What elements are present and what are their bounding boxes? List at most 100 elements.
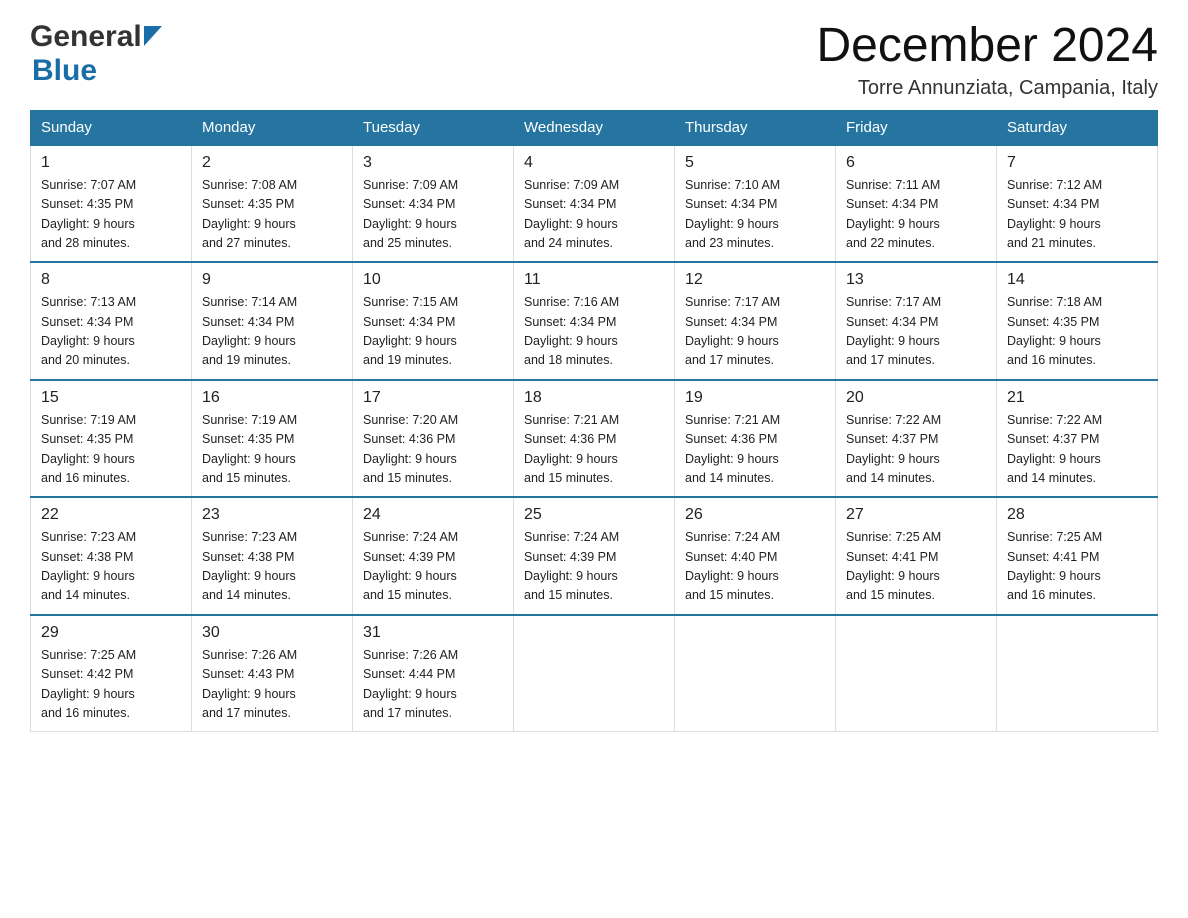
day-number: 15: [41, 389, 181, 407]
table-row: 4 Sunrise: 7:09 AMSunset: 4:34 PMDayligh…: [514, 145, 675, 263]
day-info: Sunrise: 7:22 AMSunset: 4:37 PMDaylight:…: [846, 413, 941, 485]
col-thursday: Thursday: [675, 110, 836, 145]
table-row: 8 Sunrise: 7:13 AMSunset: 4:34 PMDayligh…: [31, 262, 192, 380]
day-number: 22: [41, 506, 181, 524]
day-info: Sunrise: 7:11 AMSunset: 4:34 PMDaylight:…: [846, 178, 940, 250]
day-number: 24: [363, 506, 503, 524]
table-row: 26 Sunrise: 7:24 AMSunset: 4:40 PMDaylig…: [675, 497, 836, 615]
table-row: 15 Sunrise: 7:19 AMSunset: 4:35 PMDaylig…: [31, 380, 192, 498]
table-row: [836, 615, 997, 732]
table-row: 18 Sunrise: 7:21 AMSunset: 4:36 PMDaylig…: [514, 380, 675, 498]
calendar-table: Sunday Monday Tuesday Wednesday Thursday…: [30, 110, 1158, 733]
logo-general-text: General: [30, 20, 142, 54]
table-row: 27 Sunrise: 7:25 AMSunset: 4:41 PMDaylig…: [836, 497, 997, 615]
title-block: December 2024 Torre Annunziata, Campania…: [816, 20, 1158, 100]
day-info: Sunrise: 7:09 AMSunset: 4:34 PMDaylight:…: [524, 178, 619, 250]
day-number: 31: [363, 624, 503, 642]
month-title: December 2024: [816, 20, 1158, 73]
table-row: 30 Sunrise: 7:26 AMSunset: 4:43 PMDaylig…: [192, 615, 353, 732]
day-info: Sunrise: 7:21 AMSunset: 4:36 PMDaylight:…: [524, 413, 619, 485]
table-row: 13 Sunrise: 7:17 AMSunset: 4:34 PMDaylig…: [836, 262, 997, 380]
day-number: 28: [1007, 506, 1147, 524]
day-info: Sunrise: 7:19 AMSunset: 4:35 PMDaylight:…: [41, 413, 136, 485]
calendar-week-row: 8 Sunrise: 7:13 AMSunset: 4:34 PMDayligh…: [31, 262, 1158, 380]
day-info: Sunrise: 7:13 AMSunset: 4:34 PMDaylight:…: [41, 295, 136, 367]
day-info: Sunrise: 7:16 AMSunset: 4:34 PMDaylight:…: [524, 295, 619, 367]
table-row: 21 Sunrise: 7:22 AMSunset: 4:37 PMDaylig…: [997, 380, 1158, 498]
logo-arrow-icon: [144, 26, 162, 51]
table-row: 2 Sunrise: 7:08 AMSunset: 4:35 PMDayligh…: [192, 145, 353, 263]
day-info: Sunrise: 7:23 AMSunset: 4:38 PMDaylight:…: [41, 530, 136, 602]
day-info: Sunrise: 7:17 AMSunset: 4:34 PMDaylight:…: [685, 295, 780, 367]
table-row: 29 Sunrise: 7:25 AMSunset: 4:42 PMDaylig…: [31, 615, 192, 732]
location-subtitle: Torre Annunziata, Campania, Italy: [816, 77, 1158, 100]
day-number: 5: [685, 154, 825, 172]
table-row: [675, 615, 836, 732]
table-row: 7 Sunrise: 7:12 AMSunset: 4:34 PMDayligh…: [997, 145, 1158, 263]
day-info: Sunrise: 7:26 AMSunset: 4:44 PMDaylight:…: [363, 648, 458, 720]
day-number: 21: [1007, 389, 1147, 407]
day-number: 10: [363, 271, 503, 289]
table-row: 24 Sunrise: 7:24 AMSunset: 4:39 PMDaylig…: [353, 497, 514, 615]
table-row: 14 Sunrise: 7:18 AMSunset: 4:35 PMDaylig…: [997, 262, 1158, 380]
table-row: 31 Sunrise: 7:26 AMSunset: 4:44 PMDaylig…: [353, 615, 514, 732]
calendar-week-row: 1 Sunrise: 7:07 AMSunset: 4:35 PMDayligh…: [31, 145, 1158, 263]
day-info: Sunrise: 7:07 AMSunset: 4:35 PMDaylight:…: [41, 178, 136, 250]
day-number: 4: [524, 154, 664, 172]
day-info: Sunrise: 7:26 AMSunset: 4:43 PMDaylight:…: [202, 648, 297, 720]
day-number: 25: [524, 506, 664, 524]
table-row: 9 Sunrise: 7:14 AMSunset: 4:34 PMDayligh…: [192, 262, 353, 380]
day-number: 29: [41, 624, 181, 642]
day-number: 30: [202, 624, 342, 642]
day-number: 20: [846, 389, 986, 407]
day-info: Sunrise: 7:20 AMSunset: 4:36 PMDaylight:…: [363, 413, 458, 485]
day-number: 18: [524, 389, 664, 407]
day-number: 9: [202, 271, 342, 289]
day-info: Sunrise: 7:21 AMSunset: 4:36 PMDaylight:…: [685, 413, 780, 485]
logo: General Blue: [30, 20, 162, 88]
day-number: 6: [846, 154, 986, 172]
table-row: 6 Sunrise: 7:11 AMSunset: 4:34 PMDayligh…: [836, 145, 997, 263]
table-row: 1 Sunrise: 7:07 AMSunset: 4:35 PMDayligh…: [31, 145, 192, 263]
calendar-week-row: 15 Sunrise: 7:19 AMSunset: 4:35 PMDaylig…: [31, 380, 1158, 498]
day-info: Sunrise: 7:17 AMSunset: 4:34 PMDaylight:…: [846, 295, 941, 367]
day-info: Sunrise: 7:22 AMSunset: 4:37 PMDaylight:…: [1007, 413, 1102, 485]
day-number: 26: [685, 506, 825, 524]
day-info: Sunrise: 7:25 AMSunset: 4:42 PMDaylight:…: [41, 648, 136, 720]
table-row: 11 Sunrise: 7:16 AMSunset: 4:34 PMDaylig…: [514, 262, 675, 380]
day-number: 11: [524, 271, 664, 289]
table-row: [514, 615, 675, 732]
day-number: 2: [202, 154, 342, 172]
day-number: 13: [846, 271, 986, 289]
table-row: 23 Sunrise: 7:23 AMSunset: 4:38 PMDaylig…: [192, 497, 353, 615]
calendar-week-row: 22 Sunrise: 7:23 AMSunset: 4:38 PMDaylig…: [31, 497, 1158, 615]
day-info: Sunrise: 7:23 AMSunset: 4:38 PMDaylight:…: [202, 530, 297, 602]
logo-blue-text: Blue: [32, 54, 97, 87]
table-row: [997, 615, 1158, 732]
day-number: 23: [202, 506, 342, 524]
calendar-week-row: 29 Sunrise: 7:25 AMSunset: 4:42 PMDaylig…: [31, 615, 1158, 732]
day-info: Sunrise: 7:24 AMSunset: 4:39 PMDaylight:…: [524, 530, 619, 602]
day-info: Sunrise: 7:15 AMSunset: 4:34 PMDaylight:…: [363, 295, 458, 367]
col-tuesday: Tuesday: [353, 110, 514, 145]
day-info: Sunrise: 7:08 AMSunset: 4:35 PMDaylight:…: [202, 178, 297, 250]
table-row: 20 Sunrise: 7:22 AMSunset: 4:37 PMDaylig…: [836, 380, 997, 498]
day-info: Sunrise: 7:25 AMSunset: 4:41 PMDaylight:…: [1007, 530, 1102, 602]
col-monday: Monday: [192, 110, 353, 145]
day-info: Sunrise: 7:12 AMSunset: 4:34 PMDaylight:…: [1007, 178, 1102, 250]
page-header: General Blue December 2024 Torre Annunzi…: [30, 20, 1158, 100]
table-row: 16 Sunrise: 7:19 AMSunset: 4:35 PMDaylig…: [192, 380, 353, 498]
day-info: Sunrise: 7:18 AMSunset: 4:35 PMDaylight:…: [1007, 295, 1102, 367]
day-number: 8: [41, 271, 181, 289]
table-row: 19 Sunrise: 7:21 AMSunset: 4:36 PMDaylig…: [675, 380, 836, 498]
day-number: 12: [685, 271, 825, 289]
day-number: 14: [1007, 271, 1147, 289]
day-number: 3: [363, 154, 503, 172]
day-number: 17: [363, 389, 503, 407]
table-row: 22 Sunrise: 7:23 AMSunset: 4:38 PMDaylig…: [31, 497, 192, 615]
day-number: 7: [1007, 154, 1147, 172]
col-friday: Friday: [836, 110, 997, 145]
col-sunday: Sunday: [31, 110, 192, 145]
day-info: Sunrise: 7:09 AMSunset: 4:34 PMDaylight:…: [363, 178, 458, 250]
day-info: Sunrise: 7:10 AMSunset: 4:34 PMDaylight:…: [685, 178, 780, 250]
